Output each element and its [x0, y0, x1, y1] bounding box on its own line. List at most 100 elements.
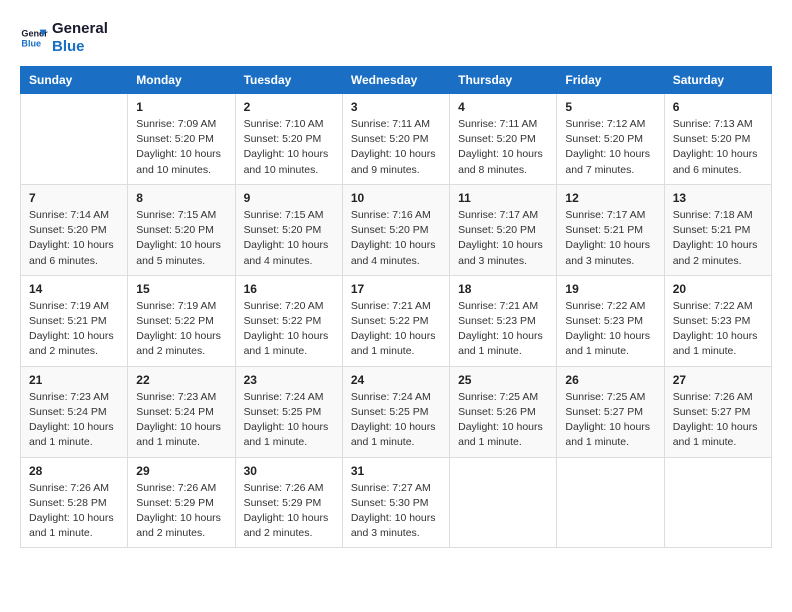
day-number: 2: [244, 100, 334, 114]
day-info: Sunrise: 7:11 AMSunset: 5:20 PMDaylight:…: [351, 117, 441, 178]
day-number: 16: [244, 282, 334, 296]
week-row-2: 7 Sunrise: 7:14 AMSunset: 5:20 PMDaylight…: [21, 184, 772, 275]
day-info: Sunrise: 7:11 AMSunset: 5:20 PMDaylight:…: [458, 117, 548, 178]
day-cell: 8Sunrise: 7:15 AMSunset: 5:20 PMDaylight…: [128, 184, 235, 275]
calendar-body: 1 Sunrise: 7:09 AMSunset: 5:20 PMDaylight…: [21, 94, 772, 548]
day-cell: 19 Sunrise: 7:22 AMSunset: 5:23 PMDayligh…: [557, 275, 664, 366]
svg-text:Blue: Blue: [21, 38, 41, 48]
day-cell: 20 Sunrise: 7:22 AMSunset: 5:23 PMDayligh…: [664, 275, 771, 366]
week-row-3: 14 Sunrise: 7:19 AMSunset: 5:21 PMDayligh…: [21, 275, 772, 366]
day-info: Sunrise: 7:19 AMSunset: 5:21 PMDaylight:…: [29, 299, 119, 360]
day-info: Sunrise: 7:18 AMSunset: 5:21 PMDaylight:…: [673, 208, 763, 269]
day-cell: 2 Sunrise: 7:10 AMSunset: 5:20 PMDaylight…: [235, 94, 342, 185]
day-number: 26: [565, 373, 655, 387]
day-info: Sunrise: 7:17 AMSunset: 5:20 PMDaylight:…: [458, 208, 548, 269]
logo-icon: General Blue: [20, 24, 48, 52]
day-number: 28: [29, 464, 119, 478]
day-info: Sunrise: 7:27 AMSunset: 5:30 PMDaylight:…: [351, 481, 441, 542]
week-row-1: 1 Sunrise: 7:09 AMSunset: 5:20 PMDaylight…: [21, 94, 772, 185]
day-number: 29: [136, 464, 226, 478]
day-info: Sunrise: 7:25 AMSunset: 5:27 PMDaylight:…: [565, 390, 655, 451]
day-number: 19: [565, 282, 655, 296]
day-cell: 12 Sunrise: 7:17 AMSunset: 5:21 PMDayligh…: [557, 184, 664, 275]
day-number: 31: [351, 464, 441, 478]
day-cell: 11Sunrise: 7:17 AMSunset: 5:20 PMDayligh…: [450, 184, 557, 275]
day-number: 20: [673, 282, 763, 296]
weekday-header-saturday: Saturday: [664, 67, 771, 94]
day-number: 30: [244, 464, 334, 478]
day-info: Sunrise: 7:14 AMSunset: 5:20 PMDaylight:…: [29, 208, 119, 269]
day-cell: 9Sunrise: 7:15 AMSunset: 5:20 PMDaylight…: [235, 184, 342, 275]
day-cell: 15 Sunrise: 7:19 AMSunset: 5:22 PMDayligh…: [128, 275, 235, 366]
week-row-5: 28Sunrise: 7:26 AMSunset: 5:28 PMDayligh…: [21, 457, 772, 548]
day-number: 1: [136, 100, 226, 114]
day-info: Sunrise: 7:17 AMSunset: 5:21 PMDaylight:…: [565, 208, 655, 269]
day-info: Sunrise: 7:23 AMSunset: 5:24 PMDaylight:…: [136, 390, 226, 451]
weekday-header-friday: Friday: [557, 67, 664, 94]
day-cell: [664, 457, 771, 548]
day-cell: 25 Sunrise: 7:25 AMSunset: 5:26 PMDayligh…: [450, 366, 557, 457]
day-number: 8: [136, 191, 226, 205]
day-number: 14: [29, 282, 119, 296]
day-cell: 24 Sunrise: 7:24 AMSunset: 5:25 PMDayligh…: [342, 366, 449, 457]
day-info: Sunrise: 7:24 AMSunset: 5:25 PMDaylight:…: [244, 390, 334, 451]
day-number: 5: [565, 100, 655, 114]
day-number: 22: [136, 373, 226, 387]
day-number: 23: [244, 373, 334, 387]
day-cell: 5Sunrise: 7:12 AMSunset: 5:20 PMDaylight…: [557, 94, 664, 185]
weekday-header-tuesday: Tuesday: [235, 67, 342, 94]
day-cell: 4 Sunrise: 7:11 AMSunset: 5:20 PMDaylight…: [450, 94, 557, 185]
day-number: 4: [458, 100, 548, 114]
day-number: 12: [565, 191, 655, 205]
weekday-header-wednesday: Wednesday: [342, 67, 449, 94]
day-cell: 6 Sunrise: 7:13 AMSunset: 5:20 PMDaylight…: [664, 94, 771, 185]
day-number: 18: [458, 282, 548, 296]
logo: General Blue General Blue: [20, 20, 108, 56]
weekday-header-monday: Monday: [128, 67, 235, 94]
day-cell: 18 Sunrise: 7:21 AMSunset: 5:23 PMDayligh…: [450, 275, 557, 366]
day-info: Sunrise: 7:19 AMSunset: 5:22 PMDaylight:…: [136, 299, 226, 360]
logo-line1: General: [52, 20, 108, 38]
day-cell: [21, 94, 128, 185]
day-info: Sunrise: 7:26 AMSunset: 5:27 PMDaylight:…: [673, 390, 763, 451]
day-number: 15: [136, 282, 226, 296]
day-cell: 14 Sunrise: 7:19 AMSunset: 5:21 PMDayligh…: [21, 275, 128, 366]
day-info: Sunrise: 7:09 AMSunset: 5:20 PMDaylight:…: [136, 117, 226, 178]
day-number: 27: [673, 373, 763, 387]
day-cell: 28Sunrise: 7:26 AMSunset: 5:28 PMDayligh…: [21, 457, 128, 548]
day-number: 7: [29, 191, 119, 205]
day-number: 6: [673, 100, 763, 114]
day-info: Sunrise: 7:22 AMSunset: 5:23 PMDaylight:…: [565, 299, 655, 360]
day-cell: 27 Sunrise: 7:26 AMSunset: 5:27 PMDayligh…: [664, 366, 771, 457]
day-info: Sunrise: 7:25 AMSunset: 5:26 PMDaylight:…: [458, 390, 548, 451]
day-info: Sunrise: 7:24 AMSunset: 5:25 PMDaylight:…: [351, 390, 441, 451]
day-info: Sunrise: 7:22 AMSunset: 5:23 PMDaylight:…: [673, 299, 763, 360]
weekday-header-row: SundayMondayTuesdayWednesdayThursdayFrid…: [21, 67, 772, 94]
day-cell: 29Sunrise: 7:26 AMSunset: 5:29 PMDayligh…: [128, 457, 235, 548]
day-cell: 10 Sunrise: 7:16 AMSunset: 5:20 PMDayligh…: [342, 184, 449, 275]
day-info: Sunrise: 7:13 AMSunset: 5:20 PMDaylight:…: [673, 117, 763, 178]
day-info: Sunrise: 7:15 AMSunset: 5:20 PMDaylight:…: [244, 208, 334, 269]
day-cell: 7 Sunrise: 7:14 AMSunset: 5:20 PMDaylight…: [21, 184, 128, 275]
day-info: Sunrise: 7:23 AMSunset: 5:24 PMDaylight:…: [29, 390, 119, 451]
page-header: General Blue General Blue: [20, 20, 772, 56]
day-number: 25: [458, 373, 548, 387]
day-cell: [450, 457, 557, 548]
day-info: Sunrise: 7:10 AMSunset: 5:20 PMDaylight:…: [244, 117, 334, 178]
day-number: 24: [351, 373, 441, 387]
day-number: 3: [351, 100, 441, 114]
day-number: 10: [351, 191, 441, 205]
day-cell: 22 Sunrise: 7:23 AMSunset: 5:24 PMDayligh…: [128, 366, 235, 457]
day-info: Sunrise: 7:21 AMSunset: 5:22 PMDaylight:…: [351, 299, 441, 360]
day-cell: 17 Sunrise: 7:21 AMSunset: 5:22 PMDayligh…: [342, 275, 449, 366]
day-info: Sunrise: 7:16 AMSunset: 5:20 PMDaylight:…: [351, 208, 441, 269]
calendar-table: SundayMondayTuesdayWednesdayThursdayFrid…: [20, 66, 772, 548]
weekday-header-thursday: Thursday: [450, 67, 557, 94]
day-cell: 13Sunrise: 7:18 AMSunset: 5:21 PMDayligh…: [664, 184, 771, 275]
day-info: Sunrise: 7:21 AMSunset: 5:23 PMDaylight:…: [458, 299, 548, 360]
day-cell: 26 Sunrise: 7:25 AMSunset: 5:27 PMDayligh…: [557, 366, 664, 457]
logo-line2: Blue: [52, 38, 108, 56]
day-cell: 23 Sunrise: 7:24 AMSunset: 5:25 PMDayligh…: [235, 366, 342, 457]
day-info: Sunrise: 7:26 AMSunset: 5:29 PMDaylight:…: [244, 481, 334, 542]
day-number: 17: [351, 282, 441, 296]
